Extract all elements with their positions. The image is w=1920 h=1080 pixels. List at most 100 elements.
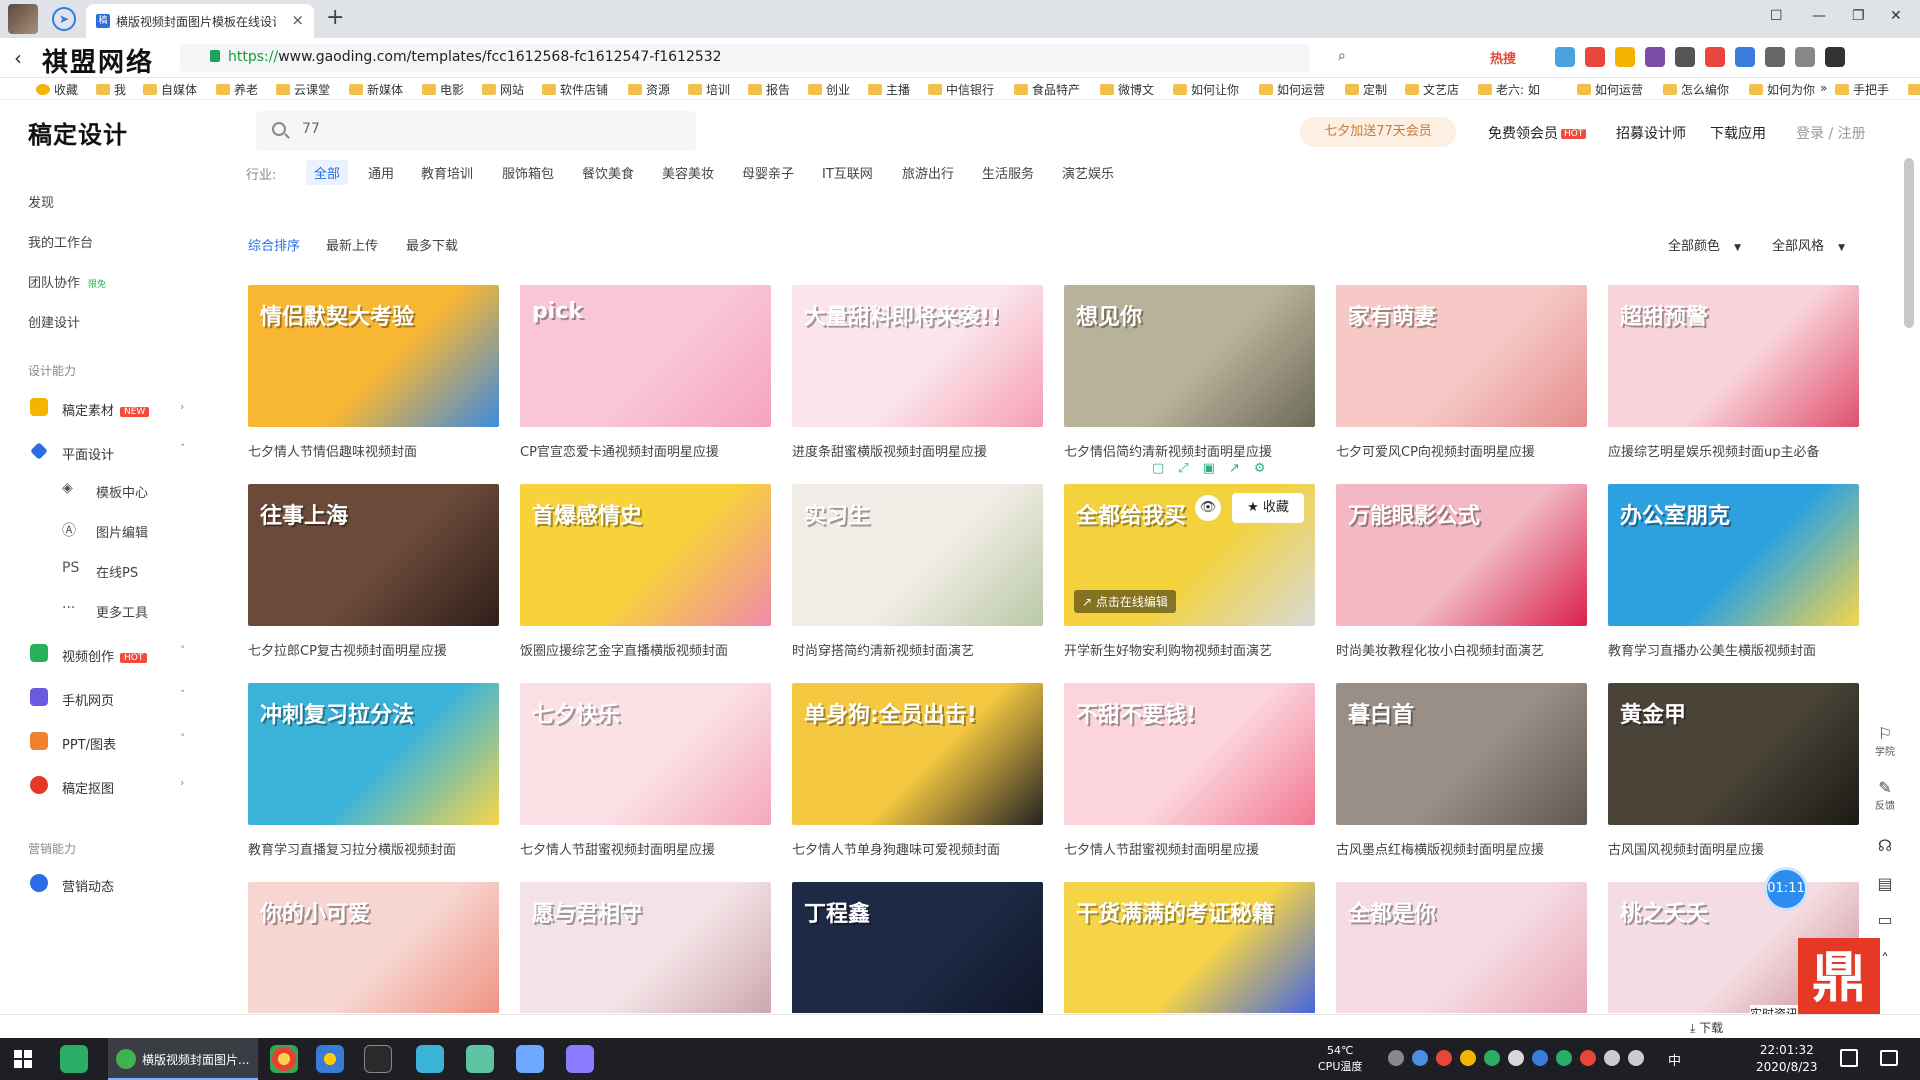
template-thumbnail[interactable]: 全都是你	[1336, 882, 1587, 1013]
industry-chip[interactable]: IT互联网	[814, 160, 881, 185]
template-thumbnail[interactable]: 黄金甲	[1608, 683, 1859, 825]
app-icon[interactable]	[566, 1045, 594, 1073]
login-link[interactable]: 登录 / 注册	[1796, 123, 1866, 143]
template-card[interactable]: 丁程鑫	[792, 882, 1043, 1013]
site-search[interactable]	[256, 111, 696, 151]
extension-icon[interactable]	[1645, 47, 1665, 67]
industry-chip[interactable]: 旅游出行	[894, 160, 962, 185]
bookmark-item[interactable]: 如何运营	[1577, 81, 1643, 98]
industry-chip[interactable]: 通用	[360, 160, 402, 185]
bookmark-item[interactable]: 中信银行	[928, 81, 994, 98]
share-icon[interactable]: ↗	[1229, 461, 1240, 481]
template-card[interactable]: 你的小可爱	[248, 882, 499, 1013]
industry-chip[interactable]: 美容美妆	[654, 160, 722, 185]
sidebar-item-cutout[interactable]: 稿定抠图	[62, 778, 114, 797]
style-dropdown[interactable]: 全部风格 ▼	[1772, 235, 1845, 254]
bookmark-item[interactable]: 新媒体	[349, 81, 403, 98]
browser-icon[interactable]	[316, 1045, 344, 1073]
tray-icon[interactable]	[1388, 1050, 1404, 1066]
close-icon[interactable]: ×	[291, 11, 304, 29]
app-icon[interactable]	[364, 1045, 392, 1073]
bookmark-item[interactable]: 云课堂	[276, 81, 330, 98]
tray-icon[interactable]	[1580, 1050, 1596, 1066]
app-icon[interactable]	[466, 1045, 494, 1073]
feedback-button[interactable]: ✎ 反馈	[1868, 778, 1902, 812]
expand-icon[interactable]: ⤢	[1178, 461, 1188, 481]
template-thumbnail[interactable]: 办公室朋克	[1608, 484, 1859, 626]
industry-chip[interactable]: 演艺娱乐	[1054, 160, 1122, 185]
chevron-right-icon[interactable]: ›	[180, 400, 184, 413]
industry-chip[interactable]: 全部	[306, 160, 349, 185]
weibo-icon[interactable]	[1705, 47, 1725, 67]
template-thumbnail[interactable]: 冲刺复习拉分法	[248, 683, 499, 825]
chevron-up-icon[interactable]: ˄	[180, 442, 186, 455]
bookmark-item[interactable]: 养老	[216, 81, 258, 98]
template-thumbnail[interactable]: 实习生	[792, 484, 1043, 626]
clipboard-icon[interactable]: ▤	[1868, 874, 1902, 893]
sidebar-item-workspace[interactable]: 我的工作台	[28, 232, 93, 251]
bookmark-item[interactable]: 食品特产	[1014, 81, 1080, 98]
template-card[interactable]: 不甜不要钱! 七夕情人节甜蜜视频封面明星应援	[1064, 683, 1315, 858]
bookmark-item[interactable]: 创业	[808, 81, 850, 98]
bookmark-item[interactable]: 如何运营	[1259, 81, 1325, 98]
notification-icon[interactable]	[1840, 1049, 1858, 1067]
grid-icon[interactable]	[1765, 47, 1785, 67]
template-card[interactable]: 冲刺复习拉分法教育学习直播复习拉分横版视频封面	[248, 683, 499, 858]
extension-icon[interactable]	[1615, 47, 1635, 67]
chrome-icon[interactable]	[270, 1045, 298, 1073]
volume-icon[interactable]	[1628, 1050, 1644, 1066]
sort-tab[interactable]: 综合排序	[248, 235, 300, 254]
sort-tab[interactable]: 最新上传	[326, 235, 378, 254]
browser-search-field[interactable]: ⌕	[1330, 44, 1480, 72]
template-thumbnail[interactable]: 往事上海	[248, 484, 499, 626]
action-center-icon[interactable]	[1880, 1050, 1898, 1066]
message-icon[interactable]: ▭	[1868, 910, 1902, 929]
template-card[interactable]: 超甜预警 应援综艺明星娱乐视频封面up主必备	[1608, 285, 1859, 460]
tray-icon[interactable]	[1436, 1050, 1452, 1066]
bookmark-item[interactable]: 电影	[422, 81, 464, 98]
headset-icon[interactable]: ☊	[1868, 836, 1902, 855]
template-card[interactable]: 全都是你	[1336, 882, 1587, 1013]
save-icon[interactable]: ▣	[1203, 461, 1215, 481]
template-card[interactable]: 黄金甲 古风国风视频封面明星应援	[1608, 683, 1859, 858]
download-app-link[interactable]: 下载应用	[1710, 123, 1766, 143]
template-caption[interactable]: 饭圈应援综艺金字直播横版视频封面	[520, 640, 771, 659]
settings-icon[interactable]: ⚙	[1254, 461, 1266, 481]
extension-icon[interactable]	[1585, 47, 1605, 67]
recruit-link[interactable]: 招募设计师	[1616, 123, 1686, 143]
undo-icon[interactable]	[1795, 47, 1815, 67]
template-caption[interactable]: 时尚美妆教程化妆小白视频封面演艺	[1336, 640, 1587, 659]
template-thumbnail[interactable]: 单身狗:全员出击!	[792, 683, 1043, 825]
template-card[interactable]: 七夕快乐 七夕情人节甜蜜视频封面明星应援	[520, 683, 771, 858]
template-caption[interactable]: 七夕情人节情侣趣味视频封面	[248, 441, 499, 460]
tray-icon[interactable]	[1508, 1050, 1524, 1066]
restore-icon[interactable]: ❐	[1852, 8, 1865, 24]
template-caption[interactable]: 七夕可爱风CP向视频封面明星应援	[1336, 441, 1587, 460]
template-caption[interactable]: 教育学习直播复习拉分横版视频封面	[248, 839, 499, 858]
search-input[interactable]	[302, 121, 682, 137]
template-thumbnail[interactable]: 愿与君相守	[520, 882, 771, 1013]
template-caption[interactable]: 七夕拉郎CP复古视频封面明星应援	[248, 640, 499, 659]
sidebar-item-discover[interactable]: 发现	[28, 192, 54, 211]
industry-chip[interactable]: 母婴亲子	[734, 160, 802, 185]
template-card[interactable]: pick CP官宣恋爱卡通视频封面明星应援	[520, 285, 771, 460]
template-card[interactable]: 暮白首 古风墨点红梅横版视频封面明星应援	[1336, 683, 1587, 858]
chevron-down-icon[interactable]: ˅	[180, 688, 186, 701]
sidebar-item-materials[interactable]: 稿定素材 NEW	[62, 400, 150, 419]
wechat-icon[interactable]	[60, 1045, 88, 1073]
extension-icon[interactable]	[1555, 47, 1575, 67]
bookmark-item[interactable]: 文艺店	[1405, 81, 1459, 98]
sidebar-item-flat-design[interactable]: 平面设计	[62, 444, 114, 463]
template-thumbnail[interactable]: 丁程鑫	[792, 882, 1043, 1013]
tray-icon[interactable]	[1556, 1050, 1572, 1066]
network-icon[interactable]	[1604, 1050, 1620, 1066]
template-thumbnail[interactable]: 首爆感情史	[520, 484, 771, 626]
template-card[interactable]: 家有萌妻 七夕可爱风CP向视频封面明星应援	[1336, 285, 1587, 460]
bookmark-item[interactable]: 老六: 如	[1478, 81, 1540, 98]
edit-online-button[interactable]: ↗ 点击在线编辑	[1074, 590, 1176, 613]
url-field[interactable]: https://www.gaoding.com/templates/fcc161…	[180, 44, 1310, 72]
bookmark-item[interactable]: 报告	[748, 81, 790, 98]
bookmark-item[interactable]: 如何让你	[1173, 81, 1239, 98]
back-icon[interactable]: ‹	[14, 46, 22, 70]
industry-chip[interactable]: 教育培训	[413, 160, 481, 185]
